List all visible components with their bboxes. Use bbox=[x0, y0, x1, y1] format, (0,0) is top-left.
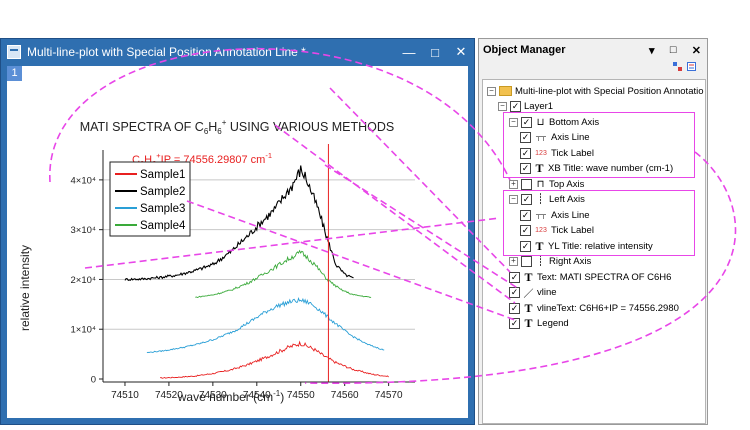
object-manager-toolbar bbox=[479, 61, 707, 77]
pin-dropdown-icon[interactable]: ▾ bbox=[649, 44, 655, 57]
x-tick-label: 74570 bbox=[375, 390, 403, 401]
graph-title-bar[interactable]: Multi-line-plot with Special Position An… bbox=[1, 39, 474, 65]
tree-item[interactable]: ✓ T Legend bbox=[509, 316, 569, 332]
x-axis-title[interactable]: wave number (cm-1) bbox=[177, 389, 285, 404]
close-button[interactable]: ✕ bbox=[448, 44, 474, 60]
tree-item[interactable]: + ┊ Right Axis bbox=[509, 254, 591, 270]
legend-label: Sample4 bbox=[140, 220, 186, 232]
x-axis-title-part: ) bbox=[280, 390, 284, 404]
visibility-checkbox[interactable] bbox=[521, 256, 532, 267]
minimize-button[interactable]: — bbox=[396, 45, 422, 60]
plot-area[interactable]: MATI SPECTRA OF C6H6+ USING VARIOUS METH… bbox=[7, 66, 468, 418]
chart-title[interactable]: MATI SPECTRA OF C6H6+ USING VARIOUS METH… bbox=[80, 118, 395, 136]
collapse-icon[interactable]: − bbox=[498, 102, 507, 111]
tree-item[interactable]: − Multi-line-plot with Special Position A… bbox=[487, 83, 704, 99]
x-tick-label: 74550 bbox=[287, 390, 315, 401]
visibility-checkbox[interactable]: ✓ bbox=[509, 287, 520, 298]
right-axis-icon: ┊ bbox=[537, 256, 544, 267]
graph-window[interactable]: Multi-line-plot with Special Position An… bbox=[0, 38, 475, 425]
visibility-checkbox[interactable]: ✓ bbox=[509, 271, 520, 283]
x-axis-title-part: wave number (cm bbox=[177, 390, 273, 404]
object-tree[interactable]: − Multi-line-plot with Special Position A… bbox=[482, 79, 706, 424]
tree-item-label: Legend bbox=[537, 318, 569, 329]
y-tick-label: 4×10⁴ bbox=[71, 175, 96, 186]
text-icon: T bbox=[524, 300, 533, 315]
chart-title-part: MATI SPECTRA OF C bbox=[80, 120, 204, 134]
visibility-checkbox[interactable]: ✓ bbox=[509, 302, 520, 314]
float-icon[interactable]: □ bbox=[670, 44, 677, 57]
y-tick-label: 2×10⁴ bbox=[71, 275, 96, 286]
collapse-icon[interactable]: − bbox=[487, 86, 496, 96]
visibility-checkbox[interactable] bbox=[521, 178, 532, 190]
x-tick-label: 74510 bbox=[111, 390, 139, 401]
tree-item-label: Text: MATI SPECTRA OF C6H6 bbox=[537, 271, 672, 283]
tree-item-label: Top Axis bbox=[549, 178, 585, 190]
tree-item-label: vlineText: C6H6+IP = 74556.2980 bbox=[537, 302, 679, 314]
tree-item-label: Right Axis bbox=[549, 256, 592, 267]
visibility-checkbox[interactable]: ✓ bbox=[510, 101, 521, 112]
tree-item-label: Layer1 bbox=[524, 101, 554, 112]
left-axis-highlight bbox=[503, 189, 695, 256]
top-axis-icon: ⊓ bbox=[536, 178, 545, 190]
chart-title-part: H bbox=[208, 120, 217, 134]
visibility-checkbox[interactable]: ✓ bbox=[509, 318, 520, 329]
expand-icon[interactable]: + bbox=[509, 257, 518, 266]
tree-item[interactable]: ✓ TvlineText: C6H6+IP = 74556.2980 bbox=[509, 300, 679, 316]
series-line-sample1 bbox=[160, 340, 389, 379]
y-tick-label: 1×10⁴ bbox=[71, 325, 96, 336]
tree-item-label: Multi-line-plot with Special Position An… bbox=[515, 85, 704, 97]
expand-icon[interactable]: + bbox=[509, 179, 518, 189]
text-icon: T bbox=[524, 269, 533, 284]
line-icon: ／ bbox=[523, 289, 534, 300]
legend-label: Sample1 bbox=[140, 169, 185, 181]
y-tick-label: 3×10⁴ bbox=[71, 225, 96, 236]
graph-page[interactable]: 1 MATI SPECTRA OF C6H6+ USING VARIOUS ME… bbox=[7, 66, 468, 418]
series-line-sample3 bbox=[146, 297, 385, 354]
bottom-axis-highlight bbox=[503, 112, 695, 178]
settings-icon[interactable] bbox=[687, 62, 696, 71]
maximize-button[interactable]: □ bbox=[422, 45, 448, 60]
object-manager-title-bar[interactable]: Object Manager ▾ □ ✕ bbox=[479, 39, 707, 61]
object-manager-title: Object Manager bbox=[483, 44, 566, 56]
vline-label-sup: -1 bbox=[265, 151, 272, 160]
legend-label: Sample2 bbox=[140, 186, 185, 198]
sort-icon[interactable] bbox=[673, 62, 682, 71]
legend[interactable]: Sample1 Sample2 Sample3 Sample4 bbox=[109, 161, 191, 237]
x-tick-label: 74560 bbox=[331, 390, 359, 401]
graph-window-title: Multi-line-plot with Special Position An… bbox=[27, 45, 306, 59]
graph-window-icon bbox=[7, 45, 21, 59]
chart-title-part: USING VARIOUS METHODS bbox=[226, 120, 394, 134]
series-line-sample4 bbox=[195, 249, 372, 298]
object-manager-panel[interactable]: Object Manager ▾ □ ✕ − Multi-line-plot wi… bbox=[478, 38, 708, 425]
y-tick-label: 0 bbox=[91, 375, 96, 386]
text-icon: T bbox=[524, 316, 533, 330]
legend-label: Sample3 bbox=[140, 203, 185, 215]
folder-icon bbox=[499, 86, 512, 96]
tree-item-label: vline bbox=[537, 287, 557, 298]
close-icon[interactable]: ✕ bbox=[692, 44, 701, 57]
tree-item[interactable]: ✓ T Text: MATI SPECTRA OF C6H6 bbox=[509, 269, 671, 285]
y-axis-title[interactable]: relative intensity bbox=[18, 245, 32, 331]
chart-title-sub: 6 bbox=[217, 127, 222, 136]
tree-item[interactable]: ✓ ／ vline bbox=[509, 285, 557, 301]
